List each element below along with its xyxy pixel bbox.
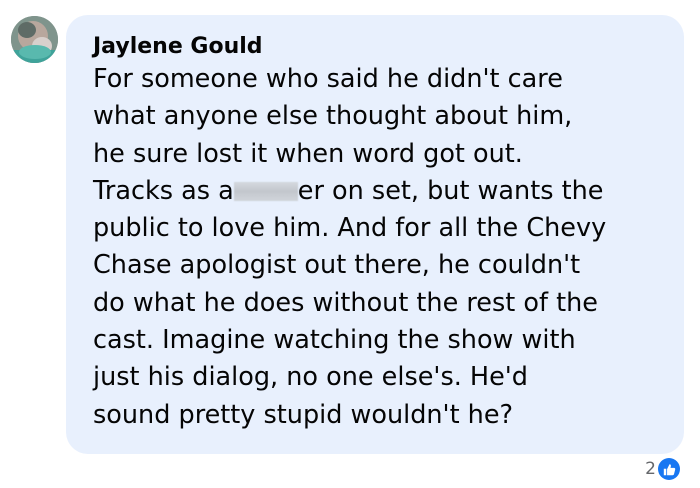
comment-line: public to love him. And for all the Chev… [93,213,607,244]
reaction-count: 2 [645,459,656,479]
thumbs-up-icon [658,458,680,480]
comment-bubble: Jaylene Gould For someone who said he di… [66,15,684,454]
comment-line-part: Tracks as a [93,175,234,206]
comment-line: just his dialog, no one else's. He'd [93,362,528,393]
comment-line: he sure lost it when word got out. [93,138,523,169]
avatar[interactable] [11,16,58,63]
comment-line: cast. Imagine watching the show with [93,325,576,356]
censored-word-blur [233,181,298,201]
comment-text: For someone who said he didn't care what… [93,61,664,434]
comment-line-censored: Tracks as a er on set, but wants the [93,173,664,210]
comment-line: do what he does without the rest of the [93,287,598,318]
comment-line: what anyone else thought about him, [93,101,573,132]
comment-line: For someone who said he didn't care [93,64,563,94]
comment-line: Chase apologist out there, he couldn't [93,250,581,281]
comment-author[interactable]: Jaylene Gould [93,33,664,61]
comment-line-part: er on set, but wants the [297,175,604,206]
reaction-summary[interactable]: 2 [645,458,680,480]
comment-line: sound pretty stupid wouldn't he? [93,399,514,430]
